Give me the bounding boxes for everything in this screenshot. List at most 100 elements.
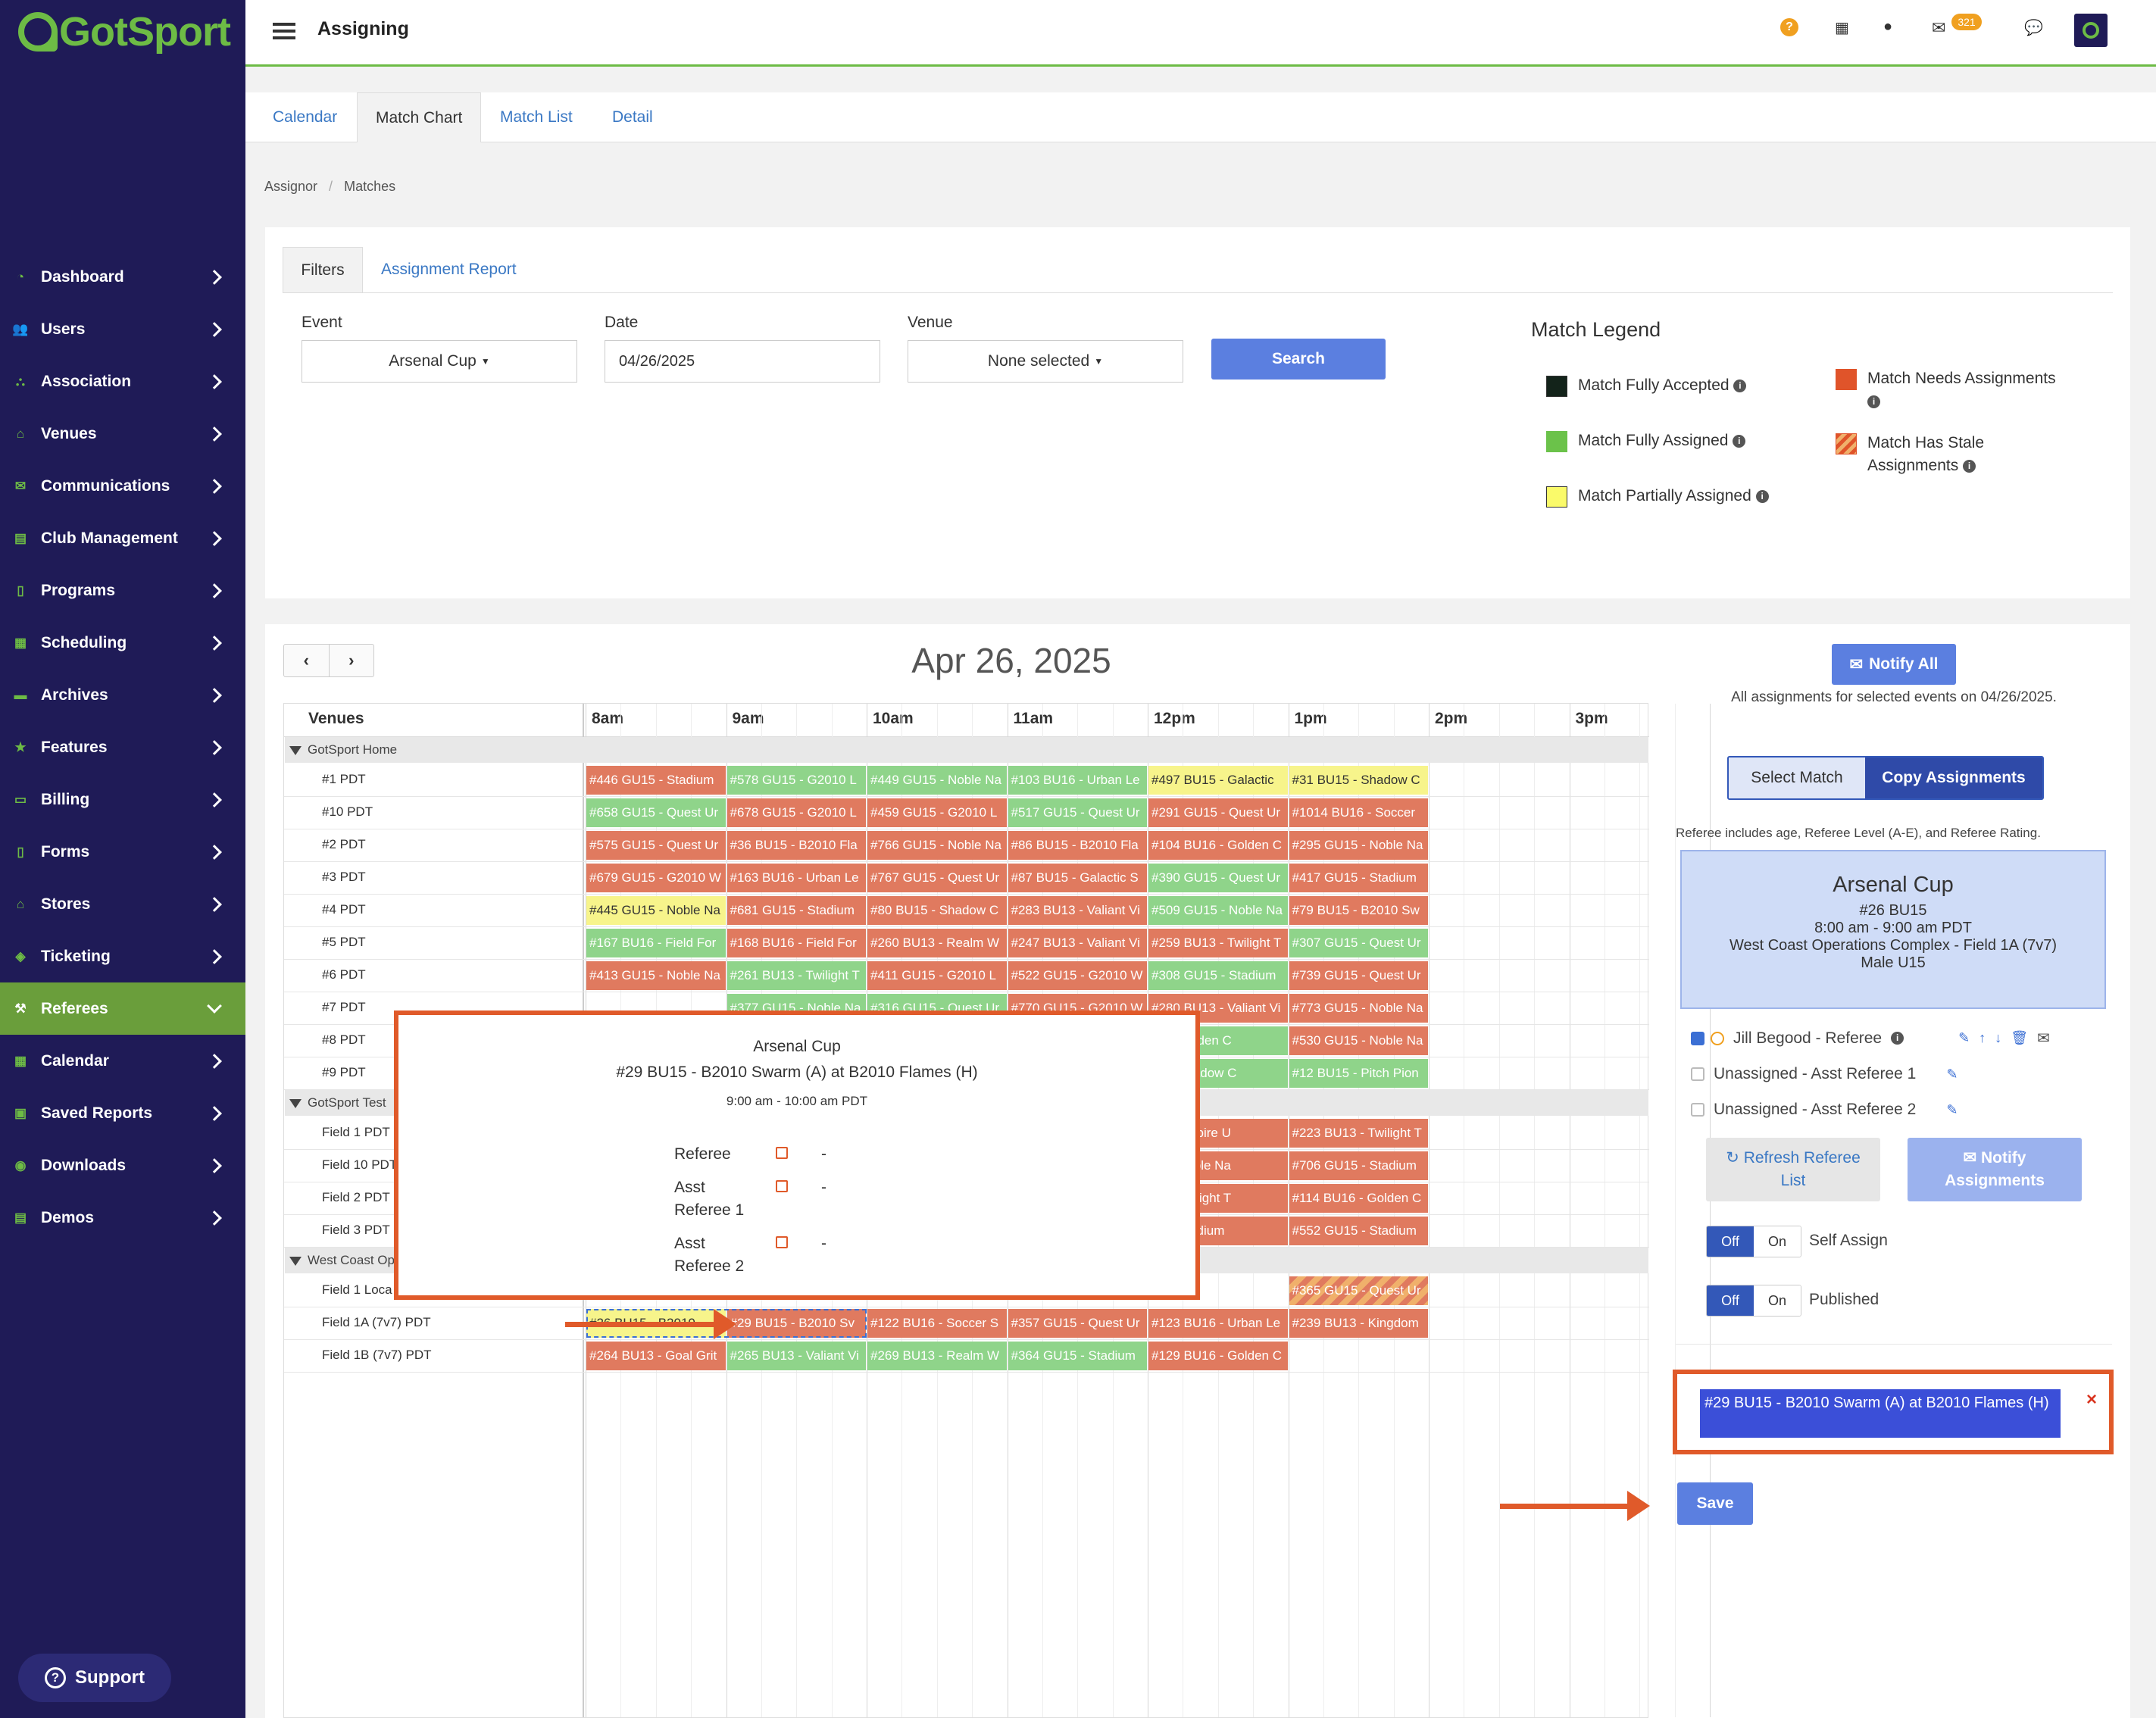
chat-icon[interactable]: 💬: [2024, 18, 2043, 37]
match-cell[interactable]: #522 GU15 - G2010 W: [1008, 961, 1148, 990]
event-select[interactable]: Arsenal Cup ▼: [302, 340, 577, 383]
toggle-off-option[interactable]: Off: [1707, 1285, 1754, 1316]
match-cell[interactable]: #357 GU15 - Quest Ur: [1008, 1309, 1148, 1338]
match-cell[interactable]: #459 GU15 - G2010 L: [867, 798, 1008, 827]
breadcrumb-assignor[interactable]: Assignor: [264, 179, 317, 194]
hamburger-menu-icon[interactable]: [273, 23, 295, 43]
info-icon[interactable]: i: [1963, 459, 1976, 473]
sidebar-item-ticketing[interactable]: ◈ Ticketing: [0, 930, 245, 982]
match-cell[interactable]: #103 BU16 - Urban Le: [1008, 766, 1148, 795]
sidebar-item-scheduling[interactable]: ▦ Scheduling: [0, 617, 245, 669]
match-cell[interactable]: #114 BU16 - Golden C: [1289, 1184, 1429, 1213]
sidebar-item-billing[interactable]: ▭ Billing: [0, 773, 245, 826]
self-assign-toggle[interactable]: Off On: [1706, 1226, 1801, 1257]
gotsport-logo[interactable]: GotSport: [18, 5, 231, 59]
edit-icon[interactable]: ✎: [1946, 1102, 1958, 1118]
refresh-referee-list-button[interactable]: ↻ Refresh Referee List: [1706, 1138, 1880, 1201]
match-cell[interactable]: #552 GU15 - Stadium: [1289, 1217, 1429, 1245]
support-button[interactable]: ? Support: [18, 1654, 171, 1702]
toggle-on-option[interactable]: On: [1754, 1285, 1801, 1316]
match-cell[interactable]: #163 BU16 - Urban Le: [726, 864, 867, 892]
select-match-button[interactable]: Select Match: [1729, 757, 1865, 798]
match-cell[interactable]: #12 BU15 - Pitch Pion: [1289, 1059, 1429, 1088]
envelope-icon[interactable]: ✉: [2037, 1029, 2050, 1048]
match-cell[interactable]: #265 BU13 - Valiant Vi: [726, 1342, 867, 1370]
tab-detail[interactable]: Detail: [612, 92, 653, 142]
selected-match-chip[interactable]: #29 BU15 - B2010 Swarm (A) at B2010 Flam…: [1700, 1389, 2061, 1438]
sidebar-item-forms[interactable]: ▯ Forms: [0, 826, 245, 878]
sidebar-item-features[interactable]: ★ Features: [0, 721, 245, 773]
match-cell[interactable]: #168 BU16 - Field For: [726, 929, 867, 957]
match-cell[interactable]: #417 GU15 - Stadium: [1289, 864, 1429, 892]
match-cell[interactable]: #679 GU15 - G2010 W: [586, 864, 726, 892]
venue-select[interactable]: None selected ▼: [908, 340, 1183, 383]
sidebar-item-club-management[interactable]: ▤ Club Management: [0, 512, 245, 564]
match-cell[interactable]: #739 GU15 - Quest Ur: [1289, 961, 1429, 990]
match-cell[interactable]: #247 BU13 - Valiant Vi: [1008, 929, 1148, 957]
user-icon[interactable]: ●: [1883, 18, 1892, 36]
match-cell[interactable]: #517 GU15 - Quest Ur: [1008, 798, 1148, 827]
tab-match-list[interactable]: Match List: [500, 92, 573, 142]
match-cell[interactable]: #122 BU16 - Soccer S: [867, 1309, 1008, 1338]
notify-all-button[interactable]: ✉ Notify All: [1832, 644, 1956, 685]
sidebar-item-stores[interactable]: ⌂ Stores: [0, 878, 245, 930]
match-cell[interactable]: #449 GU15 - Noble Na: [867, 766, 1008, 795]
match-cell[interactable]: #678 GU15 - G2010 L: [726, 798, 867, 827]
tooltip-checkbox[interactable]: [776, 1180, 788, 1192]
sidebar-item-communications[interactable]: ✉ Communications: [0, 460, 245, 512]
match-cell[interactable]: #79 BU15 - B2010 Sw: [1289, 896, 1429, 925]
info-icon[interactable]: i: [1867, 395, 1880, 408]
match-cell[interactable]: #767 GU15 - Quest Ur: [867, 864, 1008, 892]
trash-icon[interactable]: 🗑: [2011, 1030, 2028, 1046]
match-cell[interactable]: #530 GU15 - Noble Na: [1289, 1026, 1429, 1055]
info-icon[interactable]: i: [1733, 379, 1747, 392]
match-cell[interactable]: #681 GU15 - Stadium: [726, 896, 867, 925]
match-cell[interactable]: #365 GU15 - Quest Ur: [1289, 1276, 1429, 1305]
info-icon[interactable]: i: [1755, 489, 1769, 503]
notify-assignments-button[interactable]: ✉ Notify Assignments: [1908, 1138, 2082, 1201]
match-cell[interactable]: #773 GU15 - Noble Na: [1289, 994, 1429, 1023]
sidebar-item-saved-reports[interactable]: ▣ Saved Reports: [0, 1087, 245, 1139]
match-cell[interactable]: #766 GU15 - Noble Na: [867, 831, 1008, 860]
assignment-checkbox[interactable]: [1691, 1103, 1704, 1117]
match-cell[interactable]: #445 GU15 - Noble Na: [586, 896, 726, 925]
venue-group-row[interactable]: GotSport Home: [285, 737, 1648, 763]
match-cell[interactable]: #259 BU13 - Twilight T: [1148, 929, 1289, 957]
match-cell[interactable]: #223 BU13 - Twilight T: [1289, 1119, 1429, 1148]
mail-icon[interactable]: ✉: [1932, 18, 1945, 38]
sidebar-item-calendar[interactable]: ▦ Calendar: [0, 1035, 245, 1087]
tooltip-checkbox[interactable]: [776, 1147, 788, 1159]
toggle-off-option[interactable]: Off: [1707, 1226, 1754, 1257]
match-cell[interactable]: #239 BU13 - Kingdom: [1289, 1309, 1429, 1338]
match-cell[interactable]: #86 BU15 - B2010 Fla: [1008, 831, 1148, 860]
sidebar-item-demos[interactable]: ▤ Demos: [0, 1192, 245, 1244]
sidebar-item-programs[interactable]: ▯ Programs: [0, 564, 245, 617]
tooltip-checkbox[interactable]: [776, 1236, 788, 1248]
match-cell[interactable]: #1014 BU16 - Soccer: [1289, 798, 1429, 827]
help-icon[interactable]: ?: [1780, 18, 1798, 36]
tab-calendar[interactable]: Calendar: [273, 92, 337, 142]
match-cell[interactable]: #264 BU13 - Goal Grit: [586, 1342, 726, 1370]
match-cell[interactable]: #658 GU15 - Quest Ur: [586, 798, 726, 827]
sidebar-item-users[interactable]: 👥 Users: [0, 303, 245, 355]
sidebar-item-archives[interactable]: ▬ Archives: [0, 669, 245, 721]
toggle-on-option[interactable]: On: [1754, 1226, 1801, 1257]
match-cell[interactable]: #509 GU15 - Noble Na: [1148, 896, 1289, 925]
sidebar-item-association[interactable]: ⛬ Association: [0, 355, 245, 408]
match-cell[interactable]: #390 GU15 - Quest Ur: [1148, 864, 1289, 892]
match-cell[interactable]: #308 GU15 - Stadium: [1148, 961, 1289, 990]
remove-x-icon[interactable]: ×: [2086, 1389, 2097, 1410]
qr-code-icon[interactable]: ▦: [1835, 18, 1849, 37]
sidebar-item-referees[interactable]: ⚒ Referees: [0, 982, 245, 1035]
match-cell[interactable]: #706 GU15 - Stadium: [1289, 1151, 1429, 1180]
save-button[interactable]: Save: [1677, 1482, 1753, 1525]
match-cell[interactable]: #307 GU15 - Quest Ur: [1289, 929, 1429, 957]
sidebar-item-venues[interactable]: ⌂ Venues: [0, 408, 245, 460]
arrow-down-icon[interactable]: ↓: [1995, 1030, 2001, 1046]
match-cell[interactable]: #578 GU15 - G2010 L: [726, 766, 867, 795]
sidebar-item-downloads[interactable]: ◉ Downloads: [0, 1139, 245, 1192]
match-cell[interactable]: #167 BU16 - Field For: [586, 929, 726, 957]
match-cell[interactable]: #497 BU15 - Galactic: [1148, 766, 1289, 795]
match-cell[interactable]: #129 BU16 - Golden C: [1148, 1342, 1289, 1370]
account-avatar[interactable]: [2074, 14, 2108, 47]
